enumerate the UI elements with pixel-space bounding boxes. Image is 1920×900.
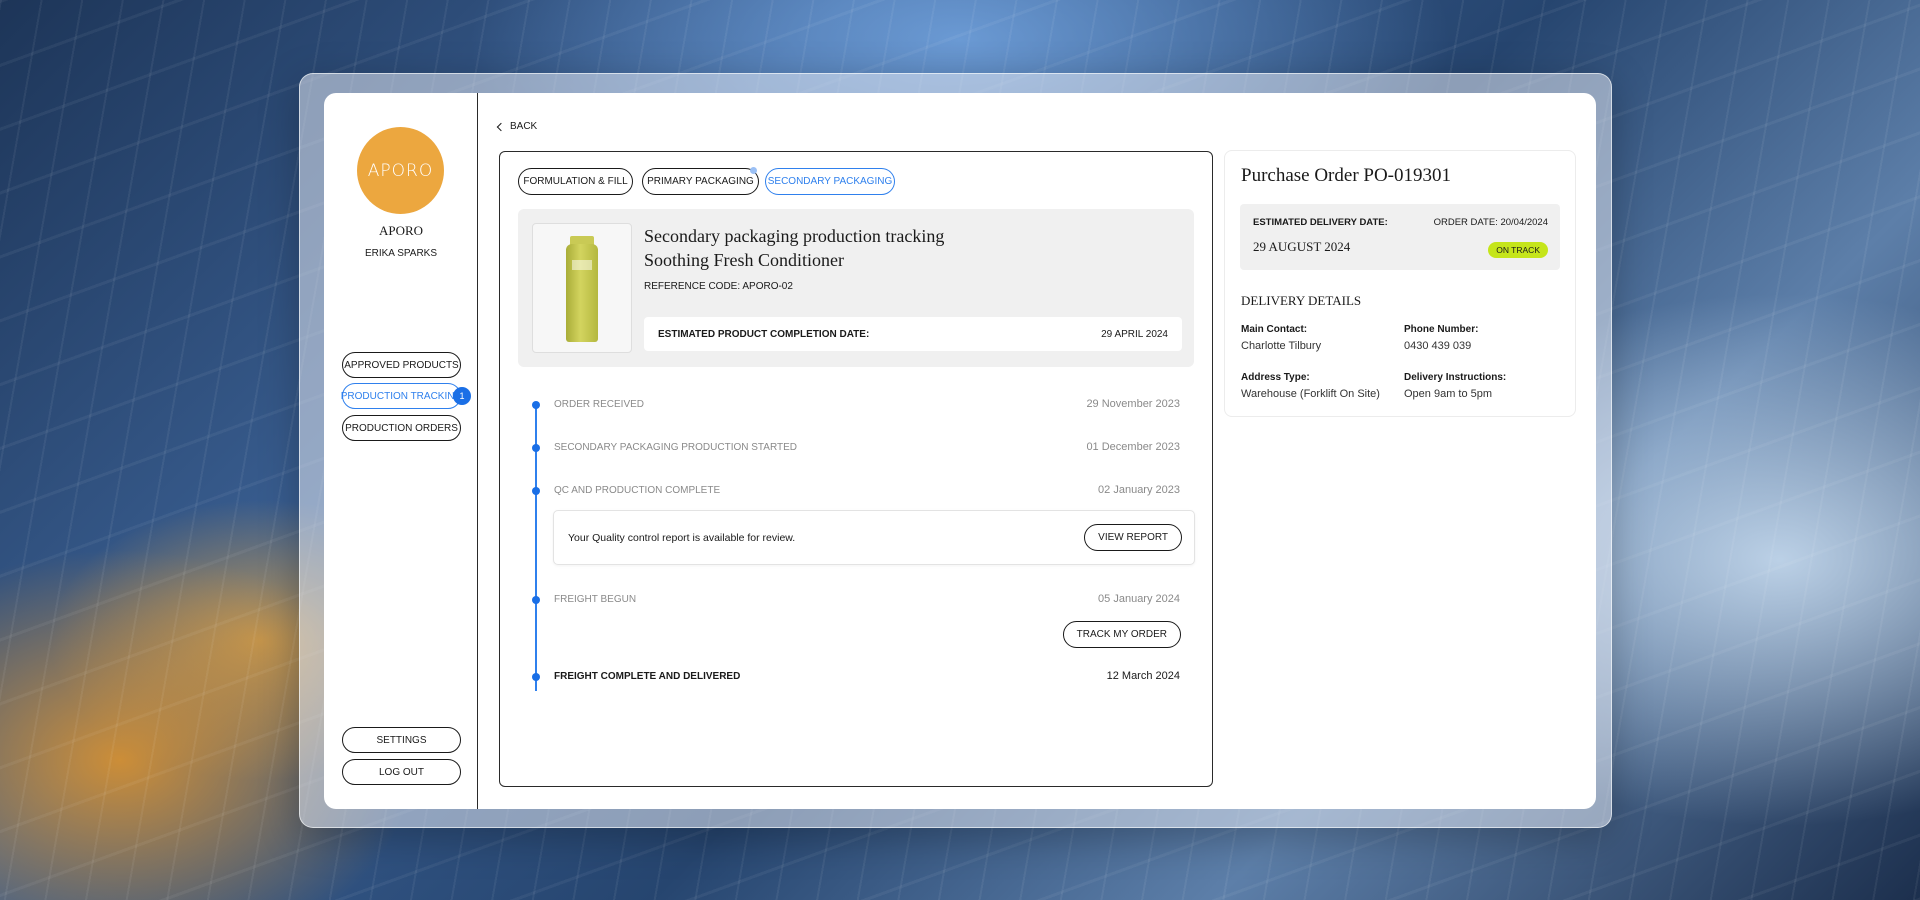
completion-date-box: ESTIMATED PRODUCT COMPLETION DATE: 29 AP… [644, 317, 1182, 351]
bottle-shape [566, 244, 598, 342]
product-title: Secondary packaging production tracking … [644, 224, 944, 272]
order-date: ORDER DATE: 20/04/2024 [1433, 217, 1548, 228]
tab-secondary-packaging[interactable]: SECONDARY PACKAGING [765, 168, 895, 195]
tracking-heading: Secondary packaging production tracking [644, 226, 945, 246]
product-image [532, 223, 632, 353]
app-window: APORO APORO ERIKA SPARKS APPROVED PRODUC… [324, 93, 1596, 809]
completion-date-value: 29 APRIL 2024 [1101, 328, 1168, 340]
view-report-button[interactable]: VIEW REPORT [1084, 524, 1182, 551]
est-delivery-date: 29 AUGUST 2024 [1253, 239, 1351, 254]
sidebar-item-production-orders[interactable]: PRODUCTION ORDERS [342, 415, 461, 441]
timeline-dot [532, 673, 540, 681]
sidebar: APORO APORO ERIKA SPARKS APPROVED PRODUC… [324, 93, 478, 809]
back-label: BACK [510, 121, 538, 132]
timeline-step-date: 02 January 2023 [1098, 484, 1180, 496]
bottle-label [572, 260, 592, 270]
phone-value: 0430 439 039 [1404, 340, 1472, 352]
sidebar-item-approved-products[interactable]: APPROVED PRODUCTS [342, 352, 461, 378]
timeline-step-label: ORDER RECEIVED [554, 399, 645, 410]
reference-code: REFERENCE CODE: APORO-02 [644, 281, 793, 292]
tab-primary-packaging[interactable]: PRIMARY PACKAGING [642, 168, 759, 195]
timeline-step-date: 29 November 2023 [1086, 398, 1180, 410]
chevron-left-icon [496, 122, 506, 131]
product-card: Secondary packaging production tracking … [518, 209, 1194, 367]
timeline-step-date: 01 December 2023 [1086, 441, 1180, 453]
delivery-instructions-value: Open 9am to 5pm [1404, 388, 1493, 400]
status-badge: ON TRACK [1488, 242, 1548, 258]
timeline-dot [532, 444, 540, 452]
tracking-panel: FORMULATION & FILL PRIMARY PACKAGING SEC… [499, 151, 1213, 787]
main-contact-label: Main Contact: [1241, 324, 1308, 335]
address-type-label: Address Type: [1241, 372, 1310, 383]
product-name: Soothing Fresh Conditioner [644, 250, 845, 270]
company-name: APORO [378, 223, 424, 238]
tab-formulation-fill[interactable]: FORMULATION & FILL [518, 168, 633, 195]
main-contact-value: Charlotte Tilbury [1241, 340, 1322, 352]
logout-button[interactable]: LOG OUT [342, 759, 461, 785]
address-type-value: Warehouse (Forklift On Site) [1241, 388, 1380, 400]
delivery-instructions-label: Delivery Instructions: [1404, 372, 1507, 383]
back-link[interactable]: BACK [496, 121, 538, 132]
timeline-step-date: 12 March 2024 [1106, 670, 1180, 682]
delivery-date-box: ESTIMATED DELIVERY DATE: ORDER DATE: 20/… [1240, 204, 1560, 270]
qc-report-text: Your Quality control report is available… [568, 531, 796, 544]
timeline-step-label: FREIGHT BEGUN [554, 594, 637, 605]
phone-label: Phone Number: [1404, 324, 1479, 335]
sidebar-item-production-tracking[interactable]: PRODUCTION TRACKING [341, 383, 462, 409]
purchase-order-title: Purchase Order PO-019301 [1241, 165, 1452, 186]
completion-date-label: ESTIMATED PRODUCT COMPLETION DATE: [658, 328, 870, 340]
est-delivery-label: ESTIMATED DELIVERY DATE: [1253, 217, 1388, 228]
user-name: ERIKA SPARKS [364, 248, 438, 259]
settings-button[interactable]: SETTINGS [342, 727, 461, 753]
timeline-step-label: QC AND PRODUCTION COMPLETE [554, 485, 721, 496]
tab-indicator-dot [750, 167, 757, 174]
timeline-step-date: 05 January 2024 [1098, 593, 1180, 605]
timeline-step-label: SECONDARY PACKAGING PRODUCTION STARTED [554, 442, 798, 453]
timeline-dot [532, 401, 540, 409]
timeline-step-label: FREIGHT COMPLETE AND DELIVERED [554, 671, 741, 682]
timeline-dot [532, 596, 540, 604]
purchase-order-panel: Purchase Order PO-019301 ESTIMATED DELIV… [1224, 150, 1576, 417]
company-logo: APORO [357, 127, 444, 214]
track-order-button[interactable]: TRACK MY ORDER [1062, 621, 1181, 648]
timeline-dot [532, 487, 540, 495]
qc-report-box: Your Quality control report is available… [553, 510, 1195, 565]
notification-badge: 1 [453, 387, 471, 405]
delivery-details-heading: DELIVERY DETAILS [1241, 293, 1362, 308]
